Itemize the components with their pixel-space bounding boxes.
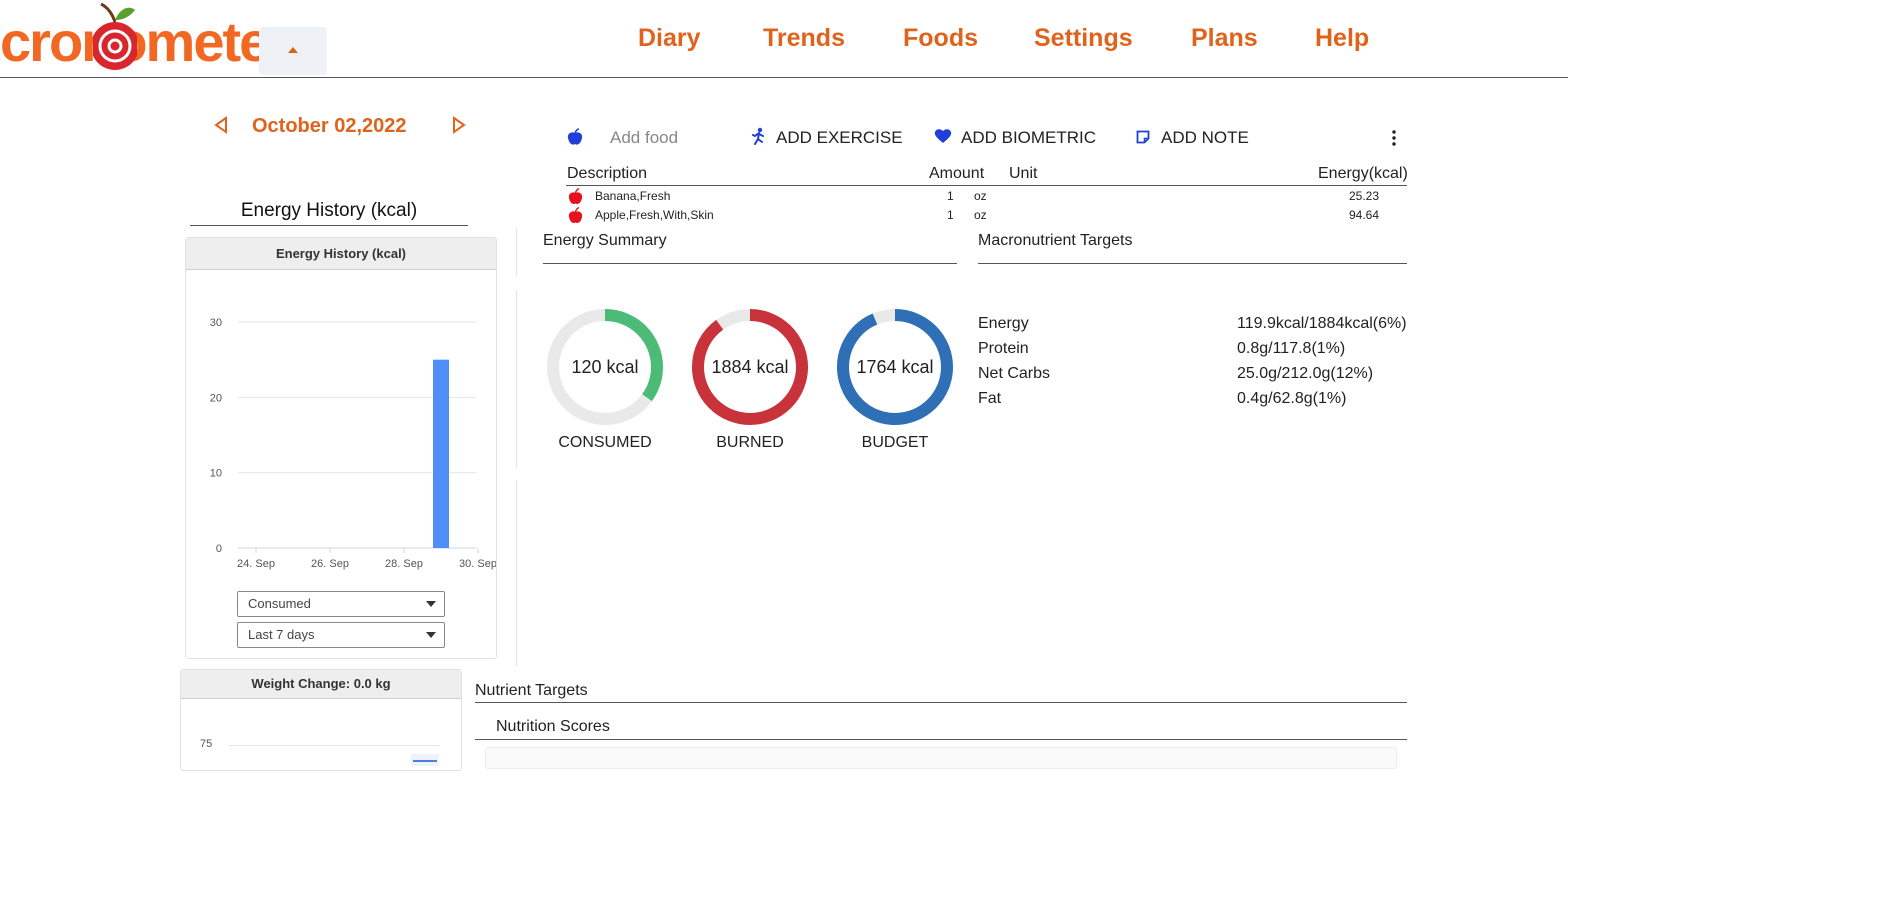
food-amount: 1 bbox=[947, 189, 954, 203]
macro-targets-title: Macronutrient Targets bbox=[978, 232, 1133, 249]
food-unit: oz bbox=[974, 208, 987, 222]
col-description[interactable]: Description bbox=[567, 165, 647, 183]
apple-target-icon bbox=[93, 2, 137, 70]
food-description: Apple,Fresh,With,Skin bbox=[595, 208, 714, 222]
cronometer-logo[interactable]: cronometer bbox=[0, 0, 290, 75]
x-tick-label: 24. Sep bbox=[237, 558, 275, 570]
add-food-button[interactable]: Add food bbox=[610, 128, 678, 148]
nav-plans[interactable]: Plans bbox=[1191, 24, 1258, 53]
range-select[interactable]: Last 7 days bbox=[237, 622, 445, 648]
macro-fat-value: 0.4g/62.8g(1%) bbox=[1237, 390, 1347, 407]
add-biometric-button[interactable]: ADD BIOMETRIC bbox=[961, 128, 1096, 148]
running-person-icon[interactable] bbox=[750, 127, 766, 146]
nav-diary[interactable]: Diary bbox=[638, 24, 701, 53]
food-description: Banana,Fresh bbox=[595, 189, 671, 203]
nav-trends[interactable]: Trends bbox=[763, 24, 845, 53]
add-exercise-button[interactable]: ADD EXERCISE bbox=[776, 128, 903, 148]
prev-day-icon[interactable] bbox=[212, 116, 230, 134]
section-rule bbox=[475, 702, 1407, 703]
range-select-value: Last 7 days bbox=[248, 627, 315, 642]
table-row[interactable]: Banana,Fresh 1 oz 25.23 bbox=[566, 187, 1407, 205]
collapse-toggle-button[interactable] bbox=[259, 27, 327, 75]
macro-netcarbs-name: Net Carbs bbox=[978, 365, 1051, 382]
logo-text: cronometer bbox=[0, 10, 290, 73]
diary-date[interactable]: October 02,2022 bbox=[252, 115, 407, 138]
food-energy: 94.64 bbox=[1349, 208, 1380, 222]
y-tick-label: 10 bbox=[210, 468, 222, 480]
table-row[interactable]: Apple,Fresh,With,Skin 1 oz 94.64 bbox=[566, 206, 1407, 224]
section-rule bbox=[475, 739, 1407, 740]
chevron-down-icon bbox=[426, 632, 436, 638]
macro-netcarbs-value: 25.0g/212.0g(12%) bbox=[1237, 365, 1374, 382]
section-rule bbox=[543, 263, 957, 264]
bar[interactable] bbox=[433, 359, 449, 548]
nutrition-scores-title[interactable]: Nutrition Scores bbox=[496, 718, 610, 736]
nav-settings[interactable]: Settings bbox=[1034, 24, 1133, 53]
donut-budget: 1764 kcal bbox=[835, 307, 955, 427]
energy-history-chart: 0 10 20 30 24. Sep 26. Sep 28. Sep 30. Sep bbox=[210, 317, 496, 570]
grid-line bbox=[229, 745, 439, 746]
divider bbox=[516, 290, 517, 468]
note-icon[interactable] bbox=[1136, 130, 1150, 144]
series-select[interactable]: Consumed bbox=[237, 591, 445, 617]
food-amount: 1 bbox=[947, 208, 954, 222]
next-day-icon[interactable] bbox=[450, 116, 468, 134]
x-tick-label: 30. Sep bbox=[459, 558, 496, 570]
y-tick-label: 0 bbox=[216, 543, 222, 555]
energy-history-card: Energy History (kcal) 0 10 20 30 24. Sep 26. … bbox=[185, 237, 497, 659]
macro-energy-name: Energy bbox=[978, 315, 1029, 332]
divider bbox=[516, 228, 517, 276]
food-energy: 25.23 bbox=[1349, 189, 1380, 203]
col-energy[interactable]: Energy(kcal) bbox=[1318, 165, 1408, 183]
food-unit: oz bbox=[974, 189, 987, 203]
nav-help[interactable]: Help bbox=[1315, 24, 1369, 53]
weight-change-title: Weight Change: 0.0 kg bbox=[181, 670, 461, 699]
energy-history-card-title: Energy History (kcal) bbox=[186, 238, 496, 270]
x-tick-label: 26. Sep bbox=[311, 558, 349, 570]
donut-value: 1884 kcal bbox=[711, 357, 789, 377]
weight-line bbox=[413, 760, 437, 762]
apple-icon bbox=[568, 207, 583, 223]
heart-icon[interactable] bbox=[934, 128, 952, 144]
add-note-button[interactable]: ADD NOTE bbox=[1161, 128, 1249, 148]
donut-value: 120 kcal bbox=[571, 357, 639, 377]
nutrition-scores-panel bbox=[485, 747, 1397, 769]
weight-change-card: Weight Change: 0.0 kg 75 bbox=[180, 669, 462, 771]
caret-up-icon bbox=[288, 47, 298, 53]
series-select-value: Consumed bbox=[248, 596, 311, 611]
col-amount[interactable]: Amount bbox=[929, 165, 984, 183]
macro-fat-name: Fat bbox=[978, 390, 1002, 407]
donut-label: BURNED bbox=[716, 434, 784, 451]
energy-history-heading: Energy History (kcal) bbox=[190, 200, 468, 226]
table-header-rule bbox=[566, 185, 1407, 186]
donut-value: 1764 kcal bbox=[856, 357, 934, 377]
y-tick-label: 20 bbox=[210, 392, 222, 404]
nav-foods[interactable]: Foods bbox=[903, 24, 978, 53]
col-unit[interactable]: Unit bbox=[1009, 165, 1037, 183]
chevron-down-icon bbox=[426, 601, 436, 607]
x-tick-label: 28. Sep bbox=[385, 558, 423, 570]
y-tick-label: 30 bbox=[210, 317, 222, 329]
donut-label: BUDGET bbox=[861, 434, 929, 451]
apple-icon bbox=[568, 188, 583, 204]
weight-y-tick: 75 bbox=[200, 738, 213, 750]
macro-protein-value: 0.8g/117.8(1%) bbox=[1237, 340, 1346, 357]
donut-burned: 1884 kcal bbox=[690, 307, 810, 427]
apple-icon[interactable] bbox=[567, 128, 583, 146]
divider bbox=[516, 480, 517, 666]
donut-label: CONSUMED bbox=[558, 434, 652, 451]
macro-protein-name: Protein bbox=[978, 340, 1029, 357]
kebab-menu-icon[interactable] bbox=[1390, 129, 1398, 147]
section-rule bbox=[978, 263, 1407, 264]
donut-consumed: 120 kcal bbox=[545, 307, 665, 427]
energy-summary-title: Energy Summary bbox=[543, 232, 667, 249]
macro-energy-value: 119.9kcal/1884kcal(6%) bbox=[1237, 315, 1407, 332]
nutrient-targets-title[interactable]: Nutrient Targets bbox=[475, 682, 588, 700]
